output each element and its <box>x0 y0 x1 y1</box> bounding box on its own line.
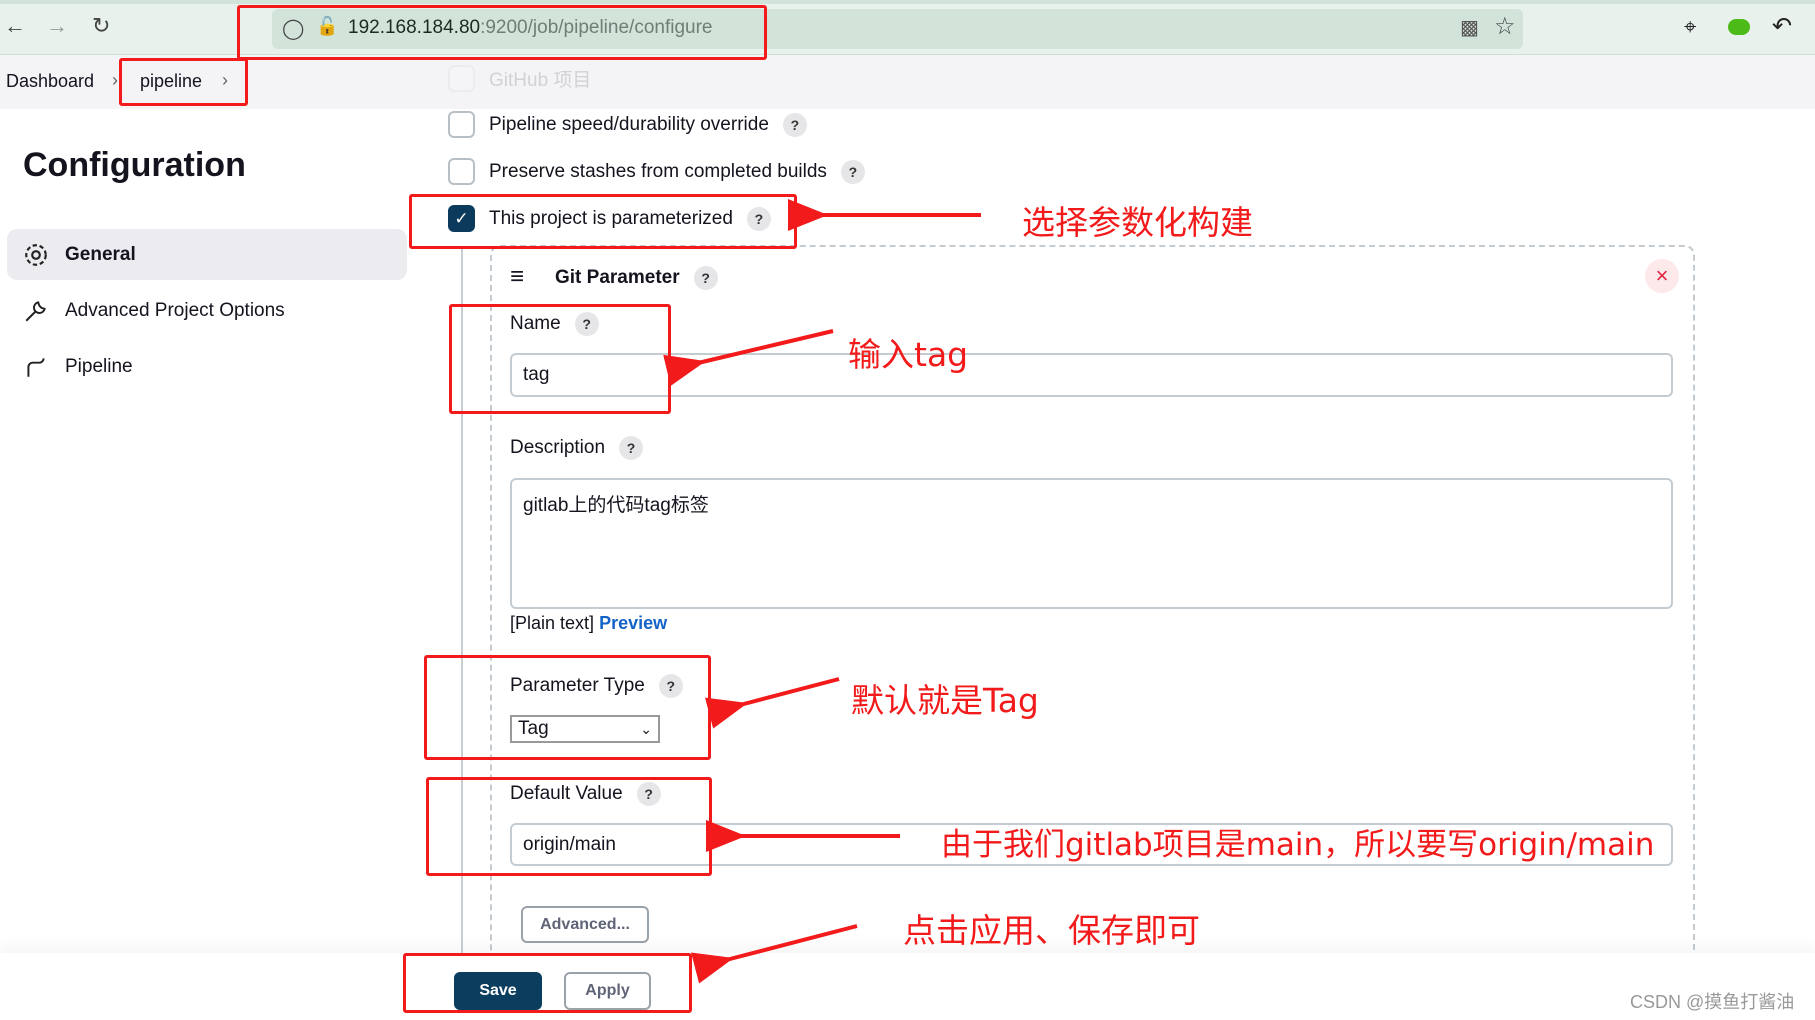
annotation-arrows <box>663 199 981 984</box>
annotation-text: 点击应用、保存即可 <box>903 911 1200 950</box>
annotation-text: 由于我们gitlab项目是main，所以要写origin/main <box>941 827 1655 863</box>
watermark: CSDN @摸鱼打酱油 <box>1630 992 1795 1012</box>
annotation-text: 默认就是Tag <box>851 681 1039 720</box>
annotation-text: 选择参数化构建 <box>1022 203 1253 242</box>
arrow <box>691 924 858 984</box>
arrow <box>704 677 840 729</box>
annotation-text: 输入tag <box>848 335 969 374</box>
arrow <box>663 329 834 386</box>
